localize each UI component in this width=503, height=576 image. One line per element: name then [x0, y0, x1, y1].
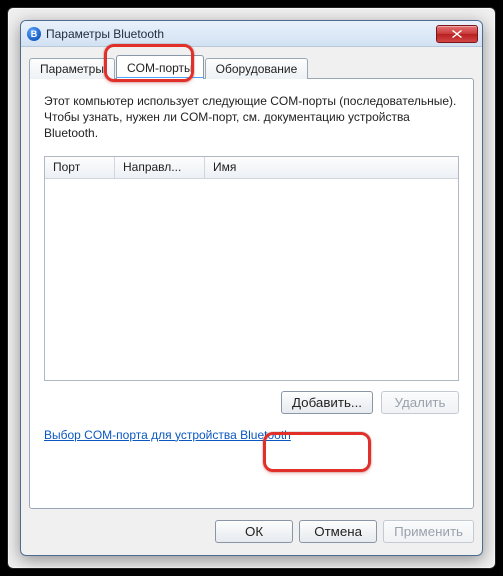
- apply-button: Применить: [383, 520, 474, 543]
- tabpanel-com-ports: Этот компьютер использует следующие COM-…: [29, 78, 474, 509]
- tab-label: Оборудование: [216, 62, 298, 76]
- close-icon: [452, 30, 462, 38]
- window-title: Параметры Bluetooth: [46, 27, 164, 41]
- column-port[interactable]: Порт: [45, 157, 115, 178]
- list-header: Порт Направл... Имя: [45, 157, 458, 179]
- delete-button: Удалить: [381, 391, 459, 414]
- tab-label: COM-порты: [127, 61, 193, 75]
- tabstrip: Параметры COM-порты Оборудование: [29, 55, 474, 79]
- com-ports-list[interactable]: Порт Направл... Имя: [44, 156, 459, 381]
- list-body[interactable]: [45, 179, 458, 380]
- close-button[interactable]: [436, 25, 478, 43]
- titlebar[interactable]: B Параметры Bluetooth: [21, 21, 482, 47]
- column-direction[interactable]: Направл...: [115, 157, 205, 178]
- dialog-window: B Параметры Bluetooth Параметры COM-порт…: [20, 20, 483, 556]
- dialog-footer: ОК Отмена Применить: [29, 515, 474, 547]
- list-buttons: Добавить... Удалить: [44, 391, 459, 414]
- add-button[interactable]: Добавить...: [281, 391, 373, 414]
- tab-label: Параметры: [40, 62, 104, 76]
- help-link[interactable]: Выбор COM-порта для устройства Bluetooth: [44, 428, 291, 442]
- bluetooth-icon: B: [27, 27, 41, 41]
- tab-com-ports[interactable]: COM-порты: [116, 55, 204, 79]
- ok-button[interactable]: ОК: [215, 520, 293, 543]
- cancel-button[interactable]: Отмена: [299, 520, 377, 543]
- column-name[interactable]: Имя: [205, 157, 458, 178]
- tab-hardware[interactable]: Оборудование: [205, 58, 309, 79]
- description-text: Этот компьютер использует следующие COM-…: [44, 93, 459, 142]
- client-area: Параметры COM-порты Оборудование Этот ко…: [29, 55, 474, 509]
- tab-parameters[interactable]: Параметры: [29, 58, 115, 79]
